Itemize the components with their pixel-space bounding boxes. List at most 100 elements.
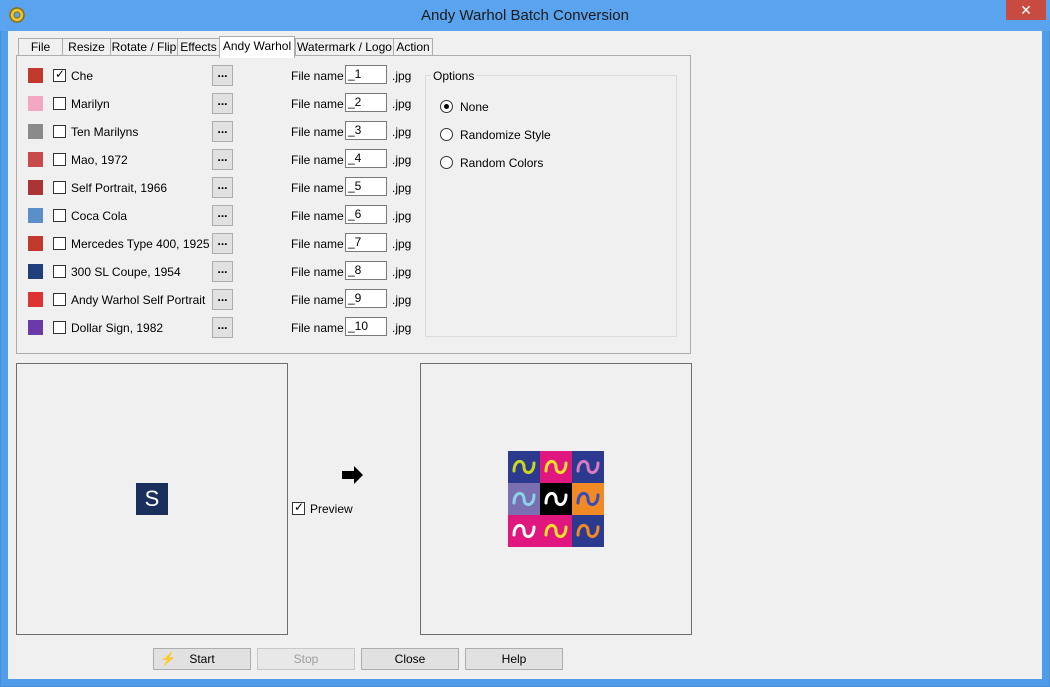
extension-label: .jpg (392, 265, 412, 279)
style-thumbnail (28, 264, 43, 279)
style-row: Marilyn... File name _2 .jpg (17, 92, 437, 116)
file-name-label: File name (291, 321, 344, 335)
style-thumbnail (28, 320, 43, 335)
style-row: 300 SL Coupe, 1954... File name _8 .jpg (17, 260, 437, 284)
radio-randomize-style[interactable] (440, 128, 453, 141)
browse-button[interactable]: ... (212, 121, 233, 142)
file-name-input[interactable]: _7 (345, 233, 387, 252)
tab-effects[interactable]: Effects (177, 38, 220, 56)
extension-label: .jpg (392, 293, 412, 307)
client-area: File Resize Rotate / Flip Effects Andy W… (8, 31, 1042, 679)
radio-none[interactable] (440, 100, 453, 113)
file-name-label: File name (291, 153, 344, 167)
close-button[interactable]: Close (361, 648, 459, 670)
browse-button[interactable]: ... (212, 177, 233, 198)
extension-label: .jpg (392, 181, 412, 195)
browse-button[interactable]: ... (212, 261, 233, 282)
extension-label: .jpg (392, 125, 412, 139)
style-checkbox[interactable] (53, 125, 66, 138)
file-name-label: File name (291, 69, 344, 83)
style-name[interactable]: 300 SL Coupe, 1954 (71, 265, 181, 279)
options-title: Options (431, 69, 477, 83)
radio-random-colors[interactable] (440, 156, 453, 169)
file-name-label: File name (291, 209, 344, 223)
style-checkbox[interactable] (53, 293, 66, 306)
style-name[interactable]: Mao, 1972 (71, 153, 128, 167)
style-thumbnail (28, 180, 43, 195)
start-button[interactable]: ⚡ Start (153, 648, 251, 670)
extension-label: .jpg (392, 153, 412, 167)
style-name[interactable]: Marilyn (71, 97, 110, 111)
preview-label[interactable]: Preview (310, 502, 353, 516)
file-name-input[interactable]: _2 (345, 93, 387, 112)
file-name-input[interactable]: _1 (345, 65, 387, 84)
style-thumbnail (28, 152, 43, 167)
extension-label: .jpg (392, 209, 412, 223)
tab-watermark-logo[interactable]: Watermark / Logo (295, 38, 394, 56)
radio-random-colors-label[interactable]: Random Colors (460, 156, 543, 170)
file-name-label: File name (291, 265, 344, 279)
style-checkbox[interactable] (53, 321, 66, 334)
style-checkbox[interactable] (53, 153, 66, 166)
style-thumbnail (28, 124, 43, 139)
style-row: Ten Marilyns... File name _3 .jpg (17, 120, 437, 144)
lightning-icon: ⚡ (160, 651, 177, 666)
stop-button[interactable]: Stop (257, 648, 355, 670)
file-name-input[interactable]: _5 (345, 177, 387, 196)
file-name-label: File name (291, 97, 344, 111)
browse-button[interactable]: ... (212, 289, 233, 310)
tab-resize[interactable]: Resize (62, 38, 111, 56)
title-bar[interactable]: Andy Warhol Batch Conversion ✕ (0, 0, 1050, 31)
style-name[interactable]: Self Portrait, 1966 (71, 181, 167, 195)
file-name-input[interactable]: _6 (345, 205, 387, 224)
file-name-input[interactable]: _9 (345, 289, 387, 308)
source-preview-panel: S (16, 363, 288, 635)
file-name-label: File name (291, 293, 344, 307)
browse-button[interactable]: ... (212, 93, 233, 114)
style-row: Self Portrait, 1966... File name _5 .jpg (17, 176, 437, 200)
style-row: Andy Warhol Self Portrait... File name _9.… (17, 288, 437, 312)
extension-label: .jpg (392, 237, 412, 251)
style-name[interactable]: Coca Cola (71, 209, 127, 223)
style-row: ✓ Che... File name _1 .jpg (17, 64, 437, 88)
close-window-icon[interactable]: ✕ (1006, 0, 1046, 20)
style-checkbox[interactable] (53, 265, 66, 278)
style-checkbox[interactable]: ✓ (53, 67, 66, 82)
file-name-label: File name (291, 237, 344, 251)
browse-button[interactable]: ... (212, 317, 233, 338)
style-row: Mercedes Type 400, 1925... File name _7 .jp… (17, 232, 437, 256)
style-thumbnail (28, 208, 43, 223)
style-checkbox[interactable] (53, 97, 66, 110)
style-thumbnail (28, 96, 43, 111)
radio-none-label[interactable]: None (460, 100, 489, 114)
tab-andy-warhol[interactable]: Andy Warhol (219, 36, 295, 58)
file-name-input[interactable]: _3 (345, 121, 387, 140)
radio-randomize-style-label[interactable]: Randomize Style (460, 128, 551, 142)
style-name[interactable]: Andy Warhol Self Portrait (71, 293, 205, 307)
style-thumbnail (28, 292, 43, 307)
help-button[interactable]: Help (465, 648, 563, 670)
browse-button[interactable]: ... (212, 65, 233, 86)
style-checkbox[interactable] (53, 181, 66, 194)
browse-button[interactable]: ... (212, 233, 233, 254)
tab-action[interactable]: Action (393, 38, 433, 56)
window-title: Andy Warhol Batch Conversion (421, 7, 629, 24)
browse-button[interactable]: ... (212, 149, 233, 170)
style-name[interactable]: Dollar Sign, 1982 (71, 321, 163, 335)
file-name-input[interactable]: _4 (345, 149, 387, 168)
browse-button[interactable]: ... (212, 205, 233, 226)
tab-rotate-flip[interactable]: Rotate / Flip (110, 38, 178, 56)
file-name-input[interactable]: _8 (345, 261, 387, 280)
style-name[interactable]: Mercedes Type 400, 1925 (71, 237, 210, 251)
style-name[interactable]: Ten Marilyns (71, 125, 138, 139)
tab-file[interactable]: File (18, 38, 63, 56)
start-button-label: Start (189, 652, 215, 666)
file-name-input[interactable]: _10 (345, 317, 387, 336)
style-checkbox[interactable] (53, 209, 66, 222)
extension-label: .jpg (392, 321, 412, 335)
style-checkbox[interactable] (53, 237, 66, 250)
andy-warhol-tab-page: ✓ Che... File name _1 .jpg Marilyn... File nam… (16, 55, 691, 354)
preview-checkbox[interactable]: ✓ (292, 500, 305, 515)
file-name-label: File name (291, 125, 344, 139)
style-name[interactable]: Che (71, 69, 93, 83)
